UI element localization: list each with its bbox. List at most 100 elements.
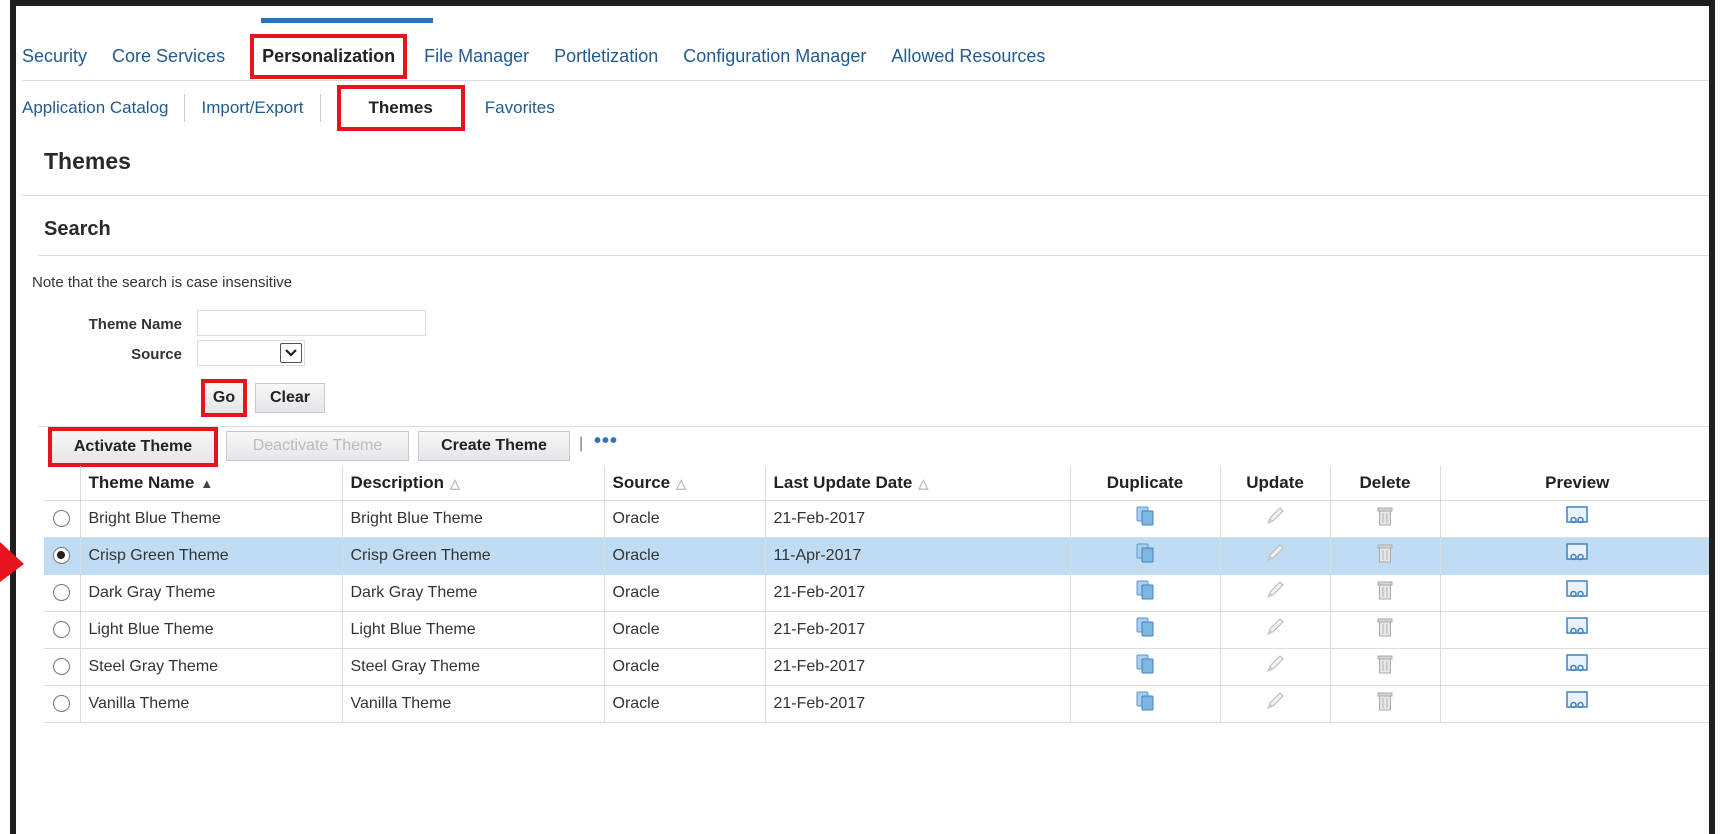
- cell-preview: [1440, 500, 1709, 538]
- subtab-separator: [184, 94, 186, 122]
- trash-icon[interactable]: [1377, 617, 1393, 642]
- subtab-favorites[interactable]: Favorites: [485, 98, 555, 118]
- preview-glasses-icon[interactable]: [1566, 654, 1588, 679]
- duplicate-icon[interactable]: [1136, 506, 1154, 531]
- tab-allowed-resources[interactable]: Allowed Resources: [891, 46, 1045, 67]
- trash-icon[interactable]: [1377, 580, 1393, 605]
- tab-configuration-manager[interactable]: Configuration Manager: [683, 46, 866, 67]
- clear-button[interactable]: Clear: [255, 383, 325, 413]
- pencil-icon[interactable]: [1264, 653, 1286, 680]
- duplicate-icon[interactable]: [1136, 580, 1154, 605]
- cell-source: Oracle: [604, 537, 766, 575]
- preview-glasses-icon[interactable]: [1566, 506, 1588, 531]
- active-tab-indicator: [261, 18, 433, 23]
- cell-source: Oracle: [604, 685, 766, 723]
- cell-theme-name: Dark Gray Theme: [80, 574, 343, 612]
- row-radio[interactable]: [44, 537, 81, 575]
- divider: [38, 426, 1709, 427]
- row-radio[interactable]: [44, 611, 81, 649]
- tab-personalization[interactable]: Personalization: [250, 33, 408, 79]
- deactivate-theme-button[interactable]: Deactivate Theme: [226, 431, 409, 461]
- page-title: Themes: [44, 148, 131, 174]
- radio-button[interactable]: [53, 620, 71, 638]
- cell-update: [1220, 500, 1331, 538]
- radio-button[interactable]: [53, 694, 71, 712]
- preview-glasses-icon[interactable]: [1566, 580, 1588, 605]
- secondary-tabs: Application Catalog Import/Export Themes…: [22, 84, 555, 132]
- cell-duplicate: [1070, 500, 1221, 538]
- preview-glasses-icon[interactable]: [1566, 691, 1588, 716]
- header-description[interactable]: Description △: [342, 466, 605, 501]
- duplicate-icon[interactable]: [1136, 654, 1154, 679]
- header-source[interactable]: Source △: [604, 466, 766, 501]
- row-radio[interactable]: [44, 648, 81, 686]
- cell-preview: [1440, 685, 1709, 723]
- trash-icon[interactable]: [1377, 506, 1393, 531]
- tab-portletization[interactable]: Portletization: [554, 46, 658, 67]
- cell-description: Light Blue Theme: [342, 611, 605, 649]
- table-row[interactable]: Dark Gray Theme Dark Gray Theme Oracle 21-F…: [44, 574, 1709, 612]
- header-theme-name[interactable]: Theme Name ▲: [80, 466, 343, 501]
- source-label: Source: [131, 346, 182, 363]
- tab-security[interactable]: Security: [22, 46, 87, 67]
- sort-icon[interactable]: △: [918, 476, 928, 491]
- row-radio[interactable]: [44, 500, 81, 538]
- duplicate-icon[interactable]: [1136, 617, 1154, 642]
- radio-button[interactable]: [53, 583, 71, 601]
- pencil-icon[interactable]: [1264, 542, 1286, 569]
- table-row[interactable]: Light Blue Theme Light Blue Theme Oracle 21…: [44, 611, 1709, 649]
- cell-last-update-date: 21-Feb-2017: [765, 648, 1071, 686]
- go-button[interactable]: Go: [201, 379, 247, 417]
- cell-source: Oracle: [604, 500, 766, 538]
- preview-glasses-icon[interactable]: [1566, 543, 1588, 568]
- sort-icon[interactable]: △: [676, 476, 686, 491]
- header-delete: Delete: [1330, 466, 1441, 501]
- search-note: Note that the search is case insensitive: [32, 274, 293, 291]
- pencil-icon[interactable]: [1264, 690, 1286, 717]
- pencil-icon[interactable]: [1264, 616, 1286, 643]
- radio-button[interactable]: [53, 546, 71, 564]
- subtab-import-export[interactable]: Import/Export: [201, 98, 303, 118]
- theme-name-input[interactable]: [197, 310, 426, 336]
- preview-glasses-icon[interactable]: [1566, 617, 1588, 642]
- subtab-application-catalog[interactable]: Application Catalog: [22, 98, 168, 118]
- cell-last-update-date: 21-Feb-2017: [765, 574, 1071, 612]
- trash-icon[interactable]: [1377, 691, 1393, 716]
- sort-ascending-icon[interactable]: ▲: [200, 476, 213, 491]
- header-last-update-date[interactable]: Last Update Date △: [765, 466, 1071, 501]
- subtab-themes[interactable]: Themes: [336, 85, 465, 131]
- tab-core-services[interactable]: Core Services: [112, 46, 225, 67]
- more-actions-icon[interactable]: •••: [594, 430, 618, 453]
- table-row[interactable]: Steel Gray Theme Steel Gray Theme Oracle 21…: [44, 648, 1709, 686]
- table-row[interactable]: Bright Blue Theme Bright Blue Theme Oracle…: [44, 500, 1709, 538]
- duplicate-icon[interactable]: [1136, 543, 1154, 568]
- duplicate-icon[interactable]: [1136, 691, 1154, 716]
- pencil-icon[interactable]: [1264, 579, 1286, 606]
- table-row[interactable]: Vanilla Theme Vanilla Theme Oracle 21-Feb-2…: [44, 685, 1709, 723]
- cell-duplicate: [1070, 685, 1221, 723]
- trash-icon[interactable]: [1377, 654, 1393, 679]
- create-theme-button[interactable]: Create Theme: [418, 431, 570, 461]
- activate-theme-button[interactable]: Activate Theme: [48, 427, 218, 467]
- cell-update: [1220, 574, 1331, 612]
- cell-update: [1220, 611, 1331, 649]
- divider: [38, 255, 1709, 256]
- select-column-header: [44, 466, 81, 501]
- table-header-row: Theme Name ▲ Description △ Source △ Last Up…: [44, 466, 1709, 501]
- theme-name-label: Theme Name: [88, 316, 182, 333]
- subtab-separator: [319, 94, 321, 122]
- cell-delete: [1330, 685, 1441, 723]
- row-radio[interactable]: [44, 685, 81, 723]
- trash-icon[interactable]: [1377, 543, 1393, 568]
- table-row[interactable]: Crisp Green Theme Crisp Green Theme Oracle…: [44, 537, 1709, 575]
- radio-button[interactable]: [53, 509, 71, 527]
- cell-theme-name: Crisp Green Theme: [80, 537, 343, 575]
- row-radio[interactable]: [44, 574, 81, 612]
- source-select[interactable]: [197, 340, 305, 366]
- radio-button[interactable]: [53, 657, 71, 675]
- sort-icon[interactable]: △: [450, 476, 460, 491]
- tab-file-manager[interactable]: File Manager: [424, 46, 529, 67]
- pencil-icon[interactable]: [1264, 505, 1286, 532]
- cell-preview: [1440, 574, 1709, 612]
- chevron-down-icon[interactable]: [280, 343, 302, 363]
